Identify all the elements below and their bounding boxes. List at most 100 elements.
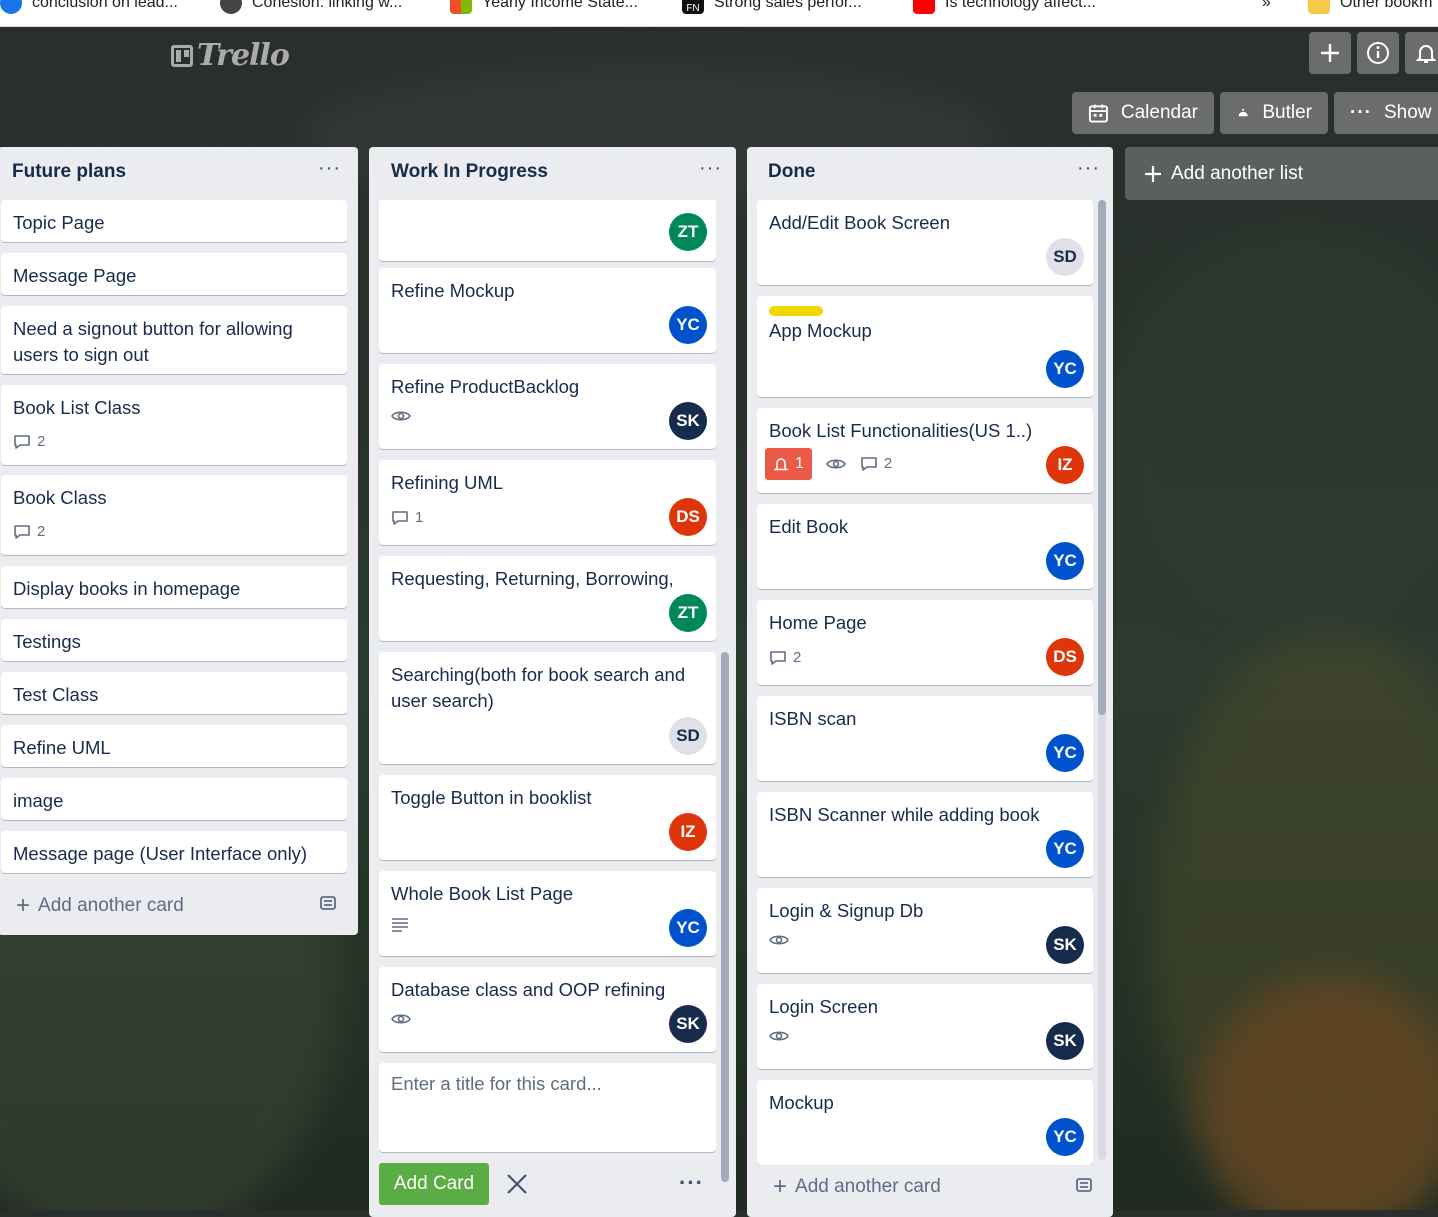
bookmark-item[interactable]: Yearly Income State... — [450, 0, 638, 14]
member-avatar[interactable]: ZT — [669, 594, 707, 632]
calendar-label: Calendar — [1120, 102, 1198, 123]
member-avatar[interactable]: IZ — [669, 813, 707, 851]
member-avatar[interactable]: YC — [1046, 830, 1084, 868]
card[interactable]: ISBN scan YC — [757, 696, 1093, 781]
card[interactable]: Book Class 2 — [1, 475, 347, 555]
card-label-yellow[interactable] — [769, 306, 823, 316]
member-avatar[interactable]: IZ — [1046, 446, 1084, 484]
card[interactable]: Display books in homepage — [1, 566, 347, 608]
composer-options-icon[interactable]: ··· — [679, 1170, 704, 1196]
card[interactable]: Toggle Button in booklist IZ — [379, 775, 716, 860]
card[interactable]: Testings — [1, 619, 347, 661]
card[interactable]: Whole Book List Page YC — [379, 871, 716, 956]
card[interactable]: Need a signout button for allowing users… — [1, 306, 347, 374]
card-template-icon[interactable] — [318, 893, 338, 918]
butler-icon — [1237, 108, 1250, 118]
card[interactable]: Searching(both for book search and user … — [379, 652, 716, 764]
add-card-button[interactable]: + Add another card — [16, 892, 184, 920]
card-template-icon[interactable] — [1074, 1175, 1094, 1200]
calendar-button[interactable]: Calendar — [1072, 92, 1214, 134]
member-avatar[interactable]: SK — [669, 1005, 707, 1043]
list-done: Done ··· Add/Edit Book Screen SD App Moc… — [747, 147, 1113, 1217]
card[interactable]: Test Class — [1, 672, 347, 714]
bookmark-item[interactable]: conclusion on lead... — [0, 0, 178, 14]
description-icon — [392, 918, 408, 932]
card[interactable]: Refine ProductBacklog SK — [379, 364, 716, 449]
add-list-button[interactable]: Add another list — [1125, 147, 1438, 200]
member-avatar[interactable]: ZT — [669, 213, 707, 251]
card[interactable]: Edit Book YC — [757, 504, 1093, 589]
card[interactable]: App Mockup YC — [757, 296, 1093, 397]
card[interactable]: Login Screen SK — [757, 984, 1093, 1069]
member-avatar[interactable]: YC — [1046, 1118, 1084, 1156]
list-title[interactable]: Work In Progress — [391, 161, 548, 183]
member-avatar[interactable]: DS — [669, 498, 707, 536]
member-avatar[interactable]: YC — [1046, 542, 1084, 580]
show-menu-button[interactable]: ··· Show M — [1334, 92, 1438, 134]
card[interactable]: ISBN Scanner while adding book YC — [757, 792, 1093, 877]
card-composer-input[interactable]: Enter a title for this card... — [379, 1063, 716, 1152]
comments-badge: 2 — [13, 429, 45, 455]
list-title[interactable]: Future plans — [12, 161, 126, 183]
add-card-button[interactable]: + Add another card — [773, 1173, 941, 1201]
member-avatar[interactable]: YC — [1046, 734, 1084, 772]
card[interactable]: Book List Functionalities(US 1..) 1 2 IZ — [757, 408, 1093, 493]
member-avatar[interactable]: SK — [1046, 926, 1084, 964]
member-avatar[interactable]: SK — [1046, 1022, 1084, 1060]
list-title[interactable]: Done — [768, 161, 816, 183]
bookmark-item[interactable]: FN Strong sales perfor... — [682, 0, 862, 14]
list-menu-button[interactable]: ··· — [318, 157, 341, 180]
bookmark-label: Other bookm — [1340, 0, 1433, 11]
member-avatar[interactable]: YC — [669, 909, 707, 947]
member-avatar[interactable]: YC — [669, 306, 707, 344]
card[interactable]: Login & Signup Db SK — [757, 888, 1093, 973]
card[interactable]: Refine Mockup YC — [379, 268, 716, 353]
card[interactable]: Home Page 2 DS — [757, 600, 1093, 685]
member-avatar[interactable]: SD — [669, 717, 707, 755]
card-title: Book Class — [13, 487, 107, 508]
plus-icon — [1321, 44, 1339, 62]
card-title: Home Page — [769, 612, 867, 633]
card-title: Message Page — [13, 265, 137, 286]
list-menu-button[interactable]: ··· — [699, 157, 722, 180]
card[interactable]: Database class and OOP refining SK — [379, 967, 716, 1052]
bookmark-label: Cohesion: linking w... — [252, 0, 403, 11]
member-avatar[interactable]: DS — [1046, 638, 1084, 676]
info-button[interactable] — [1357, 32, 1399, 74]
member-avatar[interactable]: SK — [669, 402, 707, 440]
member-avatar[interactable]: YC — [1046, 350, 1084, 388]
list-menu-button[interactable]: ··· — [1077, 157, 1100, 180]
card-title: Toggle Button in booklist — [391, 787, 592, 808]
comment-count: 1 — [415, 509, 424, 526]
card[interactable]: Topic Page — [1, 200, 347, 242]
bookmark-item[interactable]: Is technology affect... — [913, 0, 1096, 14]
card[interactable]: Refine UML — [1, 725, 347, 767]
comment-icon — [770, 651, 786, 665]
close-composer-button[interactable] — [505, 1172, 529, 1201]
add-card-submit-button[interactable]: Add Card — [379, 1163, 489, 1205]
comment-icon — [14, 435, 30, 449]
card[interactable]: Add/Edit Book Screen SD — [757, 200, 1093, 285]
card-title: Test Class — [13, 684, 99, 705]
card[interactable]: Mockup YC — [757, 1080, 1093, 1165]
microsoft-icon — [450, 0, 472, 14]
card[interactable]: Refining UML 1 DS — [379, 460, 716, 545]
card[interactable]: Message Page — [1, 253, 347, 295]
card[interactable]: Book List Class 2 — [1, 385, 347, 465]
more-bookmarks-button[interactable]: » — [1262, 0, 1271, 14]
card[interactable]: Requesting, Returning, Borrowing, ZT — [379, 556, 716, 641]
member-avatar[interactable]: SD — [1046, 238, 1084, 276]
card-title: ISBN scan — [769, 708, 857, 729]
trello-logo[interactable]: Trello — [171, 38, 290, 73]
bookmark-item[interactable]: Cohesion: linking w... — [220, 0, 402, 14]
card[interactable]: Message page (User Interface only) — [1, 831, 347, 873]
other-bookmarks-folder[interactable]: Other bookm — [1308, 0, 1432, 14]
add-card-button-label: Add Card — [393, 1173, 475, 1194]
card[interactable]: ZT — [379, 200, 716, 261]
butler-button[interactable]: Butler — [1220, 92, 1328, 134]
create-button[interactable] — [1309, 32, 1351, 74]
comment-count: 2 — [37, 523, 46, 540]
notifications-button[interactable] — [1405, 32, 1438, 74]
ft-icon: FN — [682, 0, 704, 14]
card[interactable]: image — [1, 778, 347, 820]
